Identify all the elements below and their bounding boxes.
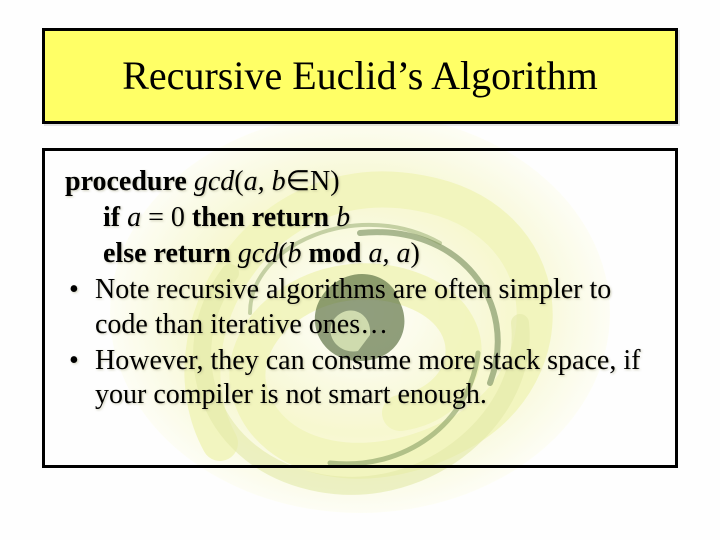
bullet-dot: •	[65, 273, 95, 307]
bullet-2: • However, they can consume more stack s…	[65, 344, 655, 412]
lparen-1: (	[234, 166, 243, 197]
var-a2: a	[368, 238, 382, 269]
var-b: b	[329, 202, 350, 233]
fn-gcd-1: gcd	[194, 166, 234, 197]
var-a: a	[127, 202, 141, 233]
kw-mod: mod	[302, 238, 369, 269]
procedure-line-2: if a = 0 then return b	[65, 201, 655, 235]
slide: Recursive Euclid’s Algorithm procedure g…	[0, 0, 720, 540]
bullet-2-text: However, they can consume more stack spa…	[95, 344, 655, 412]
args-ab: a, b	[244, 166, 286, 197]
slide-title: Recursive Euclid’s Algorithm	[112, 55, 608, 97]
lparen-2: (	[278, 238, 287, 269]
title-box: Recursive Euclid’s Algorithm	[42, 28, 678, 124]
bullet-dot: •	[65, 344, 95, 378]
body-box: procedure gcd(a, b∈N) if a = 0 then retu…	[42, 148, 678, 468]
eq-zero: = 0	[141, 202, 192, 233]
var-b2: b	[288, 238, 302, 269]
fn-gcd-2: gcd	[231, 238, 278, 269]
kw-else-return: else return	[103, 238, 231, 269]
rparen-2: )	[410, 238, 419, 269]
comma: ,	[382, 238, 396, 269]
procedure-line-3: else return gcd(b mod a, a)	[65, 237, 655, 271]
kw-procedure: procedure	[65, 166, 187, 197]
set-n: N)	[310, 166, 340, 197]
kw-then-return: then return	[192, 202, 329, 233]
kw-if: if	[103, 202, 120, 233]
procedure-line-1: procedure gcd(a, b∈N)	[65, 165, 655, 199]
in-symbol: ∈	[286, 166, 310, 197]
bullet-1-text: Note recursive algorithms are often simp…	[95, 273, 655, 341]
bullet-1: • Note recursive algorithms are often si…	[65, 273, 655, 341]
var-a3: a	[396, 238, 410, 269]
